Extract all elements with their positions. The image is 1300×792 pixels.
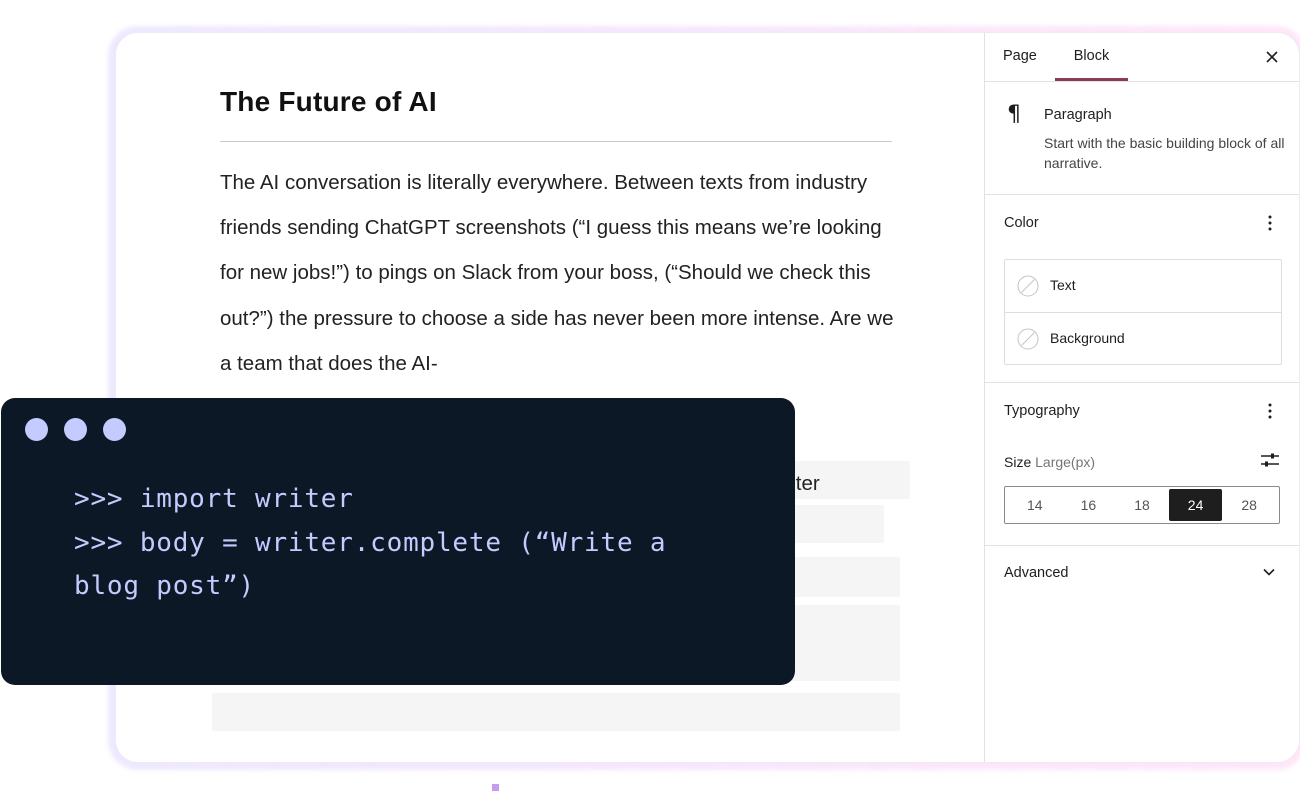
close-sidebar-button[interactable] <box>1258 43 1286 71</box>
font-size-option[interactable]: 28 <box>1222 489 1276 521</box>
post-title[interactable]: The Future of AI <box>220 86 437 118</box>
font-size-option[interactable]: 14 <box>1008 489 1062 521</box>
text-color-option[interactable]: Text <box>1005 260 1281 312</box>
size-label-text: Size <box>1004 454 1032 470</box>
section-divider <box>985 545 1299 546</box>
window-dot-icon <box>25 418 48 441</box>
code-snippet: >>> import writer >>> body = writer.compl… <box>74 478 666 609</box>
color-options-button[interactable] <box>1258 211 1282 235</box>
faded-text-block <box>212 693 900 731</box>
font-size-label: Size Large(px) <box>1004 454 1095 470</box>
block-description: Start with the basic building block of a… <box>1044 135 1285 171</box>
color-panel-title[interactable]: Color <box>1004 215 1039 231</box>
typography-options-button[interactable] <box>1258 399 1282 423</box>
decorative-marker <box>492 784 499 791</box>
font-size-option[interactable]: 18 <box>1115 489 1169 521</box>
code-window: >>> import writer >>> body = writer.compl… <box>1 398 795 685</box>
title-divider <box>220 141 892 142</box>
settings-sliders-icon <box>1261 453 1279 467</box>
background-color-option[interactable]: Background <box>1005 312 1281 365</box>
typography-panel-title[interactable]: Typography <box>1004 403 1080 419</box>
block-card: ¶ Paragraph Start with the basic buildin… <box>985 82 1299 195</box>
post-paragraph[interactable]: The AI conversation is literally everywh… <box>220 160 900 386</box>
tab-page[interactable]: Page <box>1003 33 1037 81</box>
sidebar-tabs: Page Block <box>985 33 1299 82</box>
code-line: blog post”) <box>74 571 255 601</box>
font-size-picker: 14 16 18 24 28 <box>1004 486 1280 524</box>
advanced-panel-toggle[interactable]: Advanced <box>1004 565 1069 581</box>
no-color-swatch-icon <box>1017 328 1039 350</box>
code-line: >>> body = writer.complete (“Write a <box>74 527 667 558</box>
color-settings: Text Background <box>1004 259 1282 365</box>
no-color-swatch-icon <box>1017 275 1039 297</box>
close-icon <box>1266 51 1278 63</box>
background-color-label: Background <box>1050 330 1125 346</box>
code-line: >>> import writer <box>74 484 354 514</box>
window-dot-icon <box>64 418 87 441</box>
more-vertical-icon <box>1268 403 1272 419</box>
paragraph-icon: ¶ <box>1007 102 1021 127</box>
block-name: Paragraph <box>1044 107 1112 123</box>
font-size-option[interactable]: 16 <box>1062 489 1116 521</box>
window-dot-icon <box>103 418 126 441</box>
custom-size-button[interactable] <box>1258 448 1282 472</box>
section-divider <box>985 382 1299 383</box>
more-vertical-icon <box>1268 215 1272 231</box>
font-size-option-selected[interactable]: 24 <box>1168 489 1223 521</box>
settings-sidebar: Page Block ¶ Paragraph Start with the ba… <box>984 33 1299 762</box>
chevron-down-icon[interactable] <box>1262 565 1276 579</box>
tab-block[interactable]: Block <box>1055 33 1128 81</box>
text-color-label: Text <box>1050 277 1076 293</box>
size-unit-label: Large(px) <box>1035 454 1096 470</box>
